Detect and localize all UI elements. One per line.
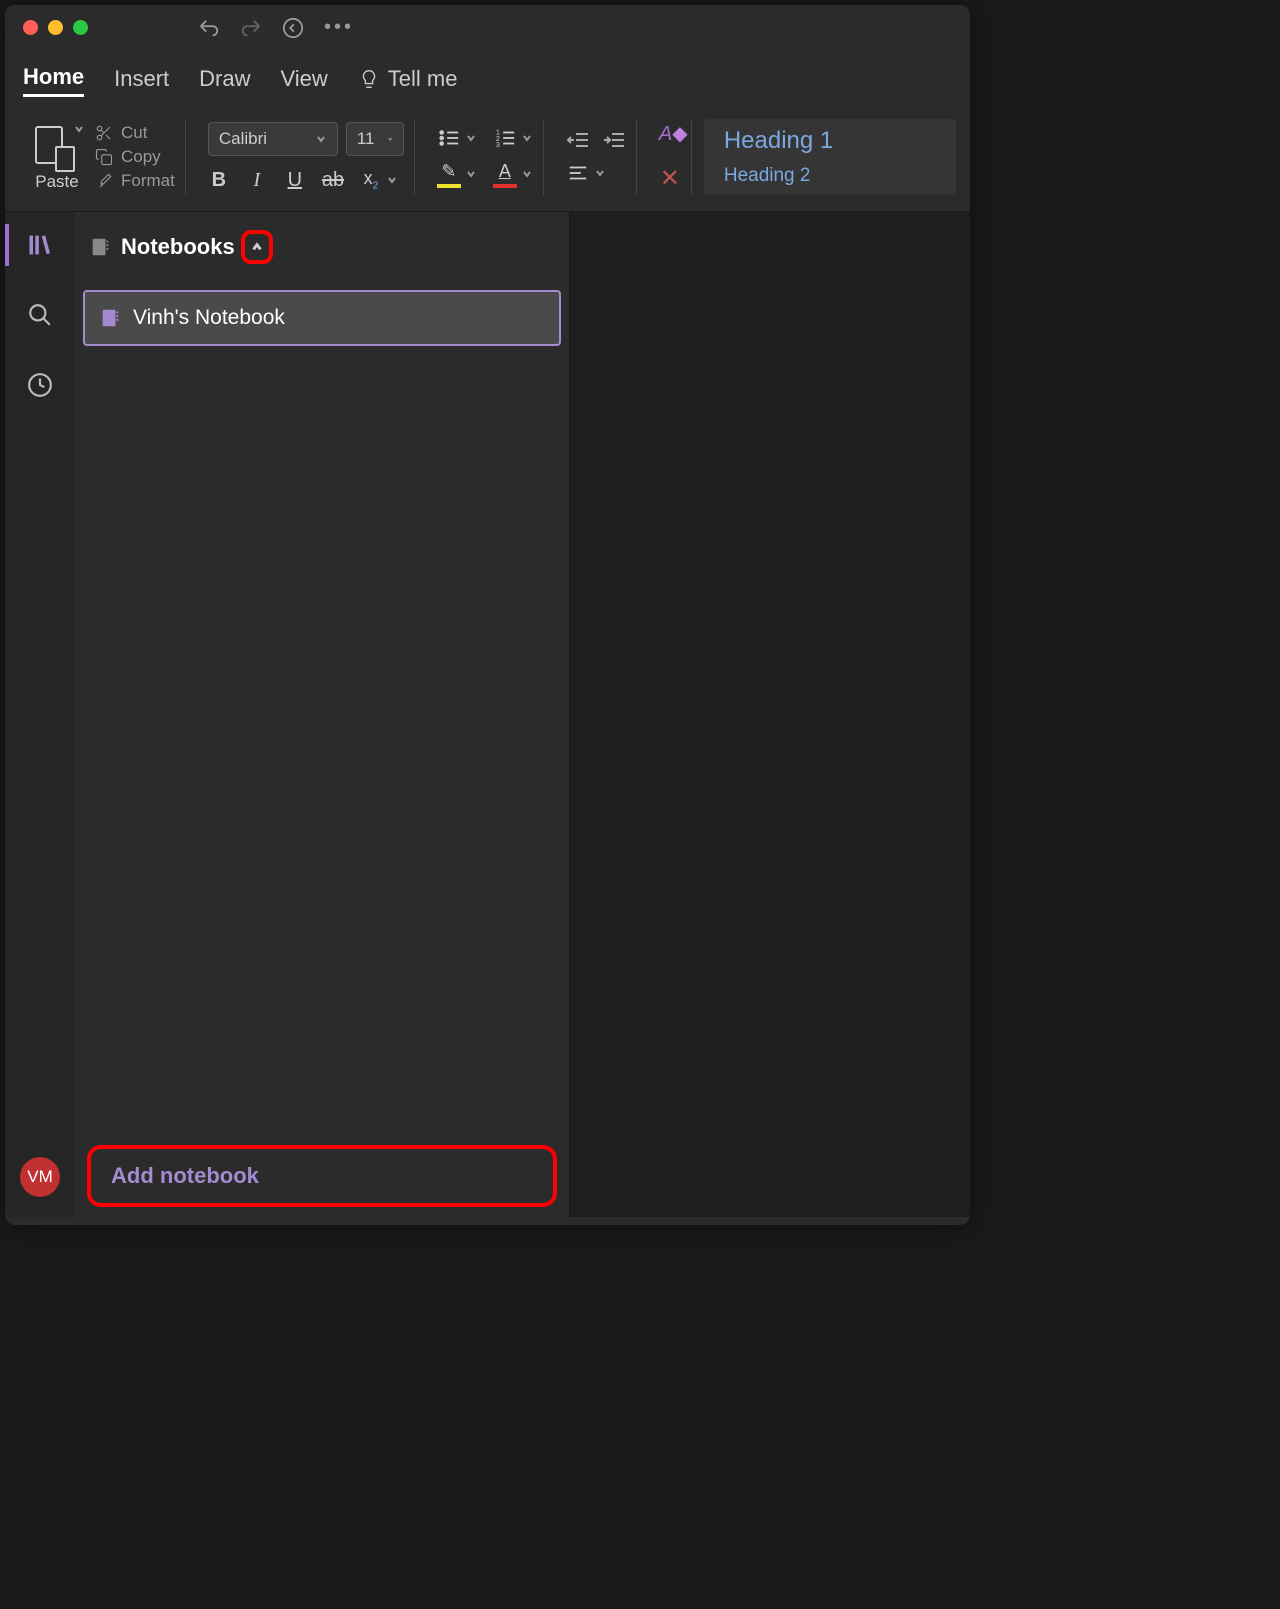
- numbered-list-button[interactable]: 123: [493, 127, 533, 149]
- maximize-window-button[interactable]: [73, 20, 88, 35]
- chevron-down-icon[interactable]: [73, 123, 85, 135]
- collapse-notebooks-button[interactable]: [241, 230, 273, 264]
- chevron-up-icon: [250, 240, 264, 254]
- italic-button[interactable]: I: [246, 169, 268, 192]
- notebooks-rail-button[interactable]: [25, 230, 55, 260]
- bullet-list-button[interactable]: [437, 127, 477, 149]
- close-window-button[interactable]: [23, 20, 38, 35]
- bold-button[interactable]: B: [208, 169, 230, 192]
- bulb-icon: [358, 68, 380, 90]
- titlebar: •••: [5, 5, 970, 50]
- notebook-panel: Notebooks Vinh's Notebook Add notebook: [75, 212, 570, 1217]
- paste-icon: [29, 123, 69, 168]
- paintbrush-icon: [95, 172, 113, 190]
- window-controls: [23, 20, 88, 35]
- outdent-button[interactable]: [566, 130, 590, 150]
- strikethrough-button[interactable]: ab: [322, 169, 344, 192]
- copy-button[interactable]: Copy: [95, 147, 175, 167]
- ribbon-list-group: 123 ✎ A: [427, 119, 544, 195]
- more-icon[interactable]: •••: [324, 16, 354, 39]
- styles-gallery[interactable]: Heading 1 Heading 2: [704, 119, 956, 195]
- notebooks-title: Notebooks: [121, 234, 235, 260]
- format-painter-button[interactable]: Format: [95, 171, 175, 191]
- chevron-down-icon: [594, 167, 606, 179]
- delete-button[interactable]: ✕: [659, 164, 681, 193]
- tab-home[interactable]: Home: [23, 64, 84, 97]
- chevron-down-icon[interactable]: [386, 174, 398, 186]
- font-color-button[interactable]: A: [493, 161, 533, 188]
- font-size-select[interactable]: 11: [346, 122, 404, 156]
- menu-tabs: Home Insert Draw View Tell me: [5, 50, 970, 111]
- chevron-down-icon: [521, 168, 533, 180]
- bullet-list-icon: [437, 127, 461, 149]
- back-icon[interactable]: [282, 17, 304, 39]
- tab-tellme[interactable]: Tell me: [358, 66, 458, 96]
- ribbon-clear-group: A◆ ✕: [649, 119, 692, 195]
- chevron-down-icon: [315, 133, 327, 145]
- highlight-icon: ✎: [441, 161, 456, 182]
- main-content: VM Notebooks Vinh's Notebook Add noteboo…: [5, 212, 970, 1217]
- font-size-value: 11: [357, 129, 375, 149]
- indent-button[interactable]: [602, 130, 626, 150]
- notebook-name: Vinh's Notebook: [133, 306, 285, 330]
- scissors-icon: [95, 124, 113, 142]
- paste-label: Paste: [35, 172, 78, 192]
- subscript-button[interactable]: x2: [360, 168, 382, 192]
- svg-text:3: 3: [496, 140, 500, 149]
- notebook-icon: [89, 236, 111, 258]
- copy-icon: [95, 148, 113, 166]
- notebook-item[interactable]: Vinh's Notebook: [83, 290, 561, 346]
- font-family-value: Calibri: [219, 129, 267, 149]
- notebooks-header[interactable]: Notebooks: [75, 212, 569, 282]
- app-window: ••• Home Insert Draw View Tell me Paste: [5, 5, 970, 1225]
- paste-button[interactable]: Paste: [29, 123, 85, 192]
- tab-draw[interactable]: Draw: [199, 66, 250, 96]
- redo-icon[interactable]: [240, 17, 262, 39]
- chevron-down-icon: [465, 132, 477, 144]
- underline-button[interactable]: U: [284, 169, 306, 192]
- add-notebook-button[interactable]: Add notebook: [87, 1145, 557, 1207]
- clear-formatting-button[interactable]: A◆: [659, 121, 681, 146]
- align-icon: [566, 162, 590, 184]
- ribbon-clipboard-group: Paste Cut Copy Format: [19, 119, 186, 195]
- chevron-down-icon: [465, 168, 477, 180]
- notebook-icon: [99, 307, 121, 329]
- ribbon-indent-group: [556, 119, 637, 195]
- undo-icon[interactable]: [198, 17, 220, 39]
- minimize-window-button[interactable]: [48, 20, 63, 35]
- style-heading1[interactable]: Heading 1: [724, 127, 936, 155]
- user-avatar[interactable]: VM: [20, 1157, 60, 1197]
- recent-rail-button[interactable]: [25, 370, 55, 400]
- copy-label: Copy: [121, 147, 161, 167]
- left-rail: VM: [5, 212, 75, 1217]
- search-rail-button[interactable]: [25, 300, 55, 330]
- chevron-down-icon: [387, 133, 393, 145]
- highlight-button[interactable]: ✎: [437, 161, 477, 188]
- canvas-area[interactable]: [570, 212, 970, 1217]
- format-label: Format: [121, 171, 175, 191]
- chevron-down-icon: [521, 132, 533, 144]
- add-notebook-label: Add notebook: [111, 1163, 259, 1188]
- ribbon: Paste Cut Copy Format: [5, 111, 970, 212]
- tellme-label: Tell me: [388, 66, 458, 92]
- cut-label: Cut: [121, 123, 147, 143]
- font-family-select[interactable]: Calibri: [208, 122, 338, 156]
- font-color-icon: A: [499, 161, 511, 182]
- tab-view[interactable]: View: [281, 66, 328, 96]
- align-button[interactable]: [566, 162, 606, 184]
- numbered-list-icon: 123: [493, 127, 517, 149]
- cut-button[interactable]: Cut: [95, 123, 175, 143]
- style-heading2[interactable]: Heading 2: [724, 165, 936, 187]
- tab-insert[interactable]: Insert: [114, 66, 169, 96]
- ribbon-font-group: Calibri 11 B I U ab x2: [198, 119, 415, 195]
